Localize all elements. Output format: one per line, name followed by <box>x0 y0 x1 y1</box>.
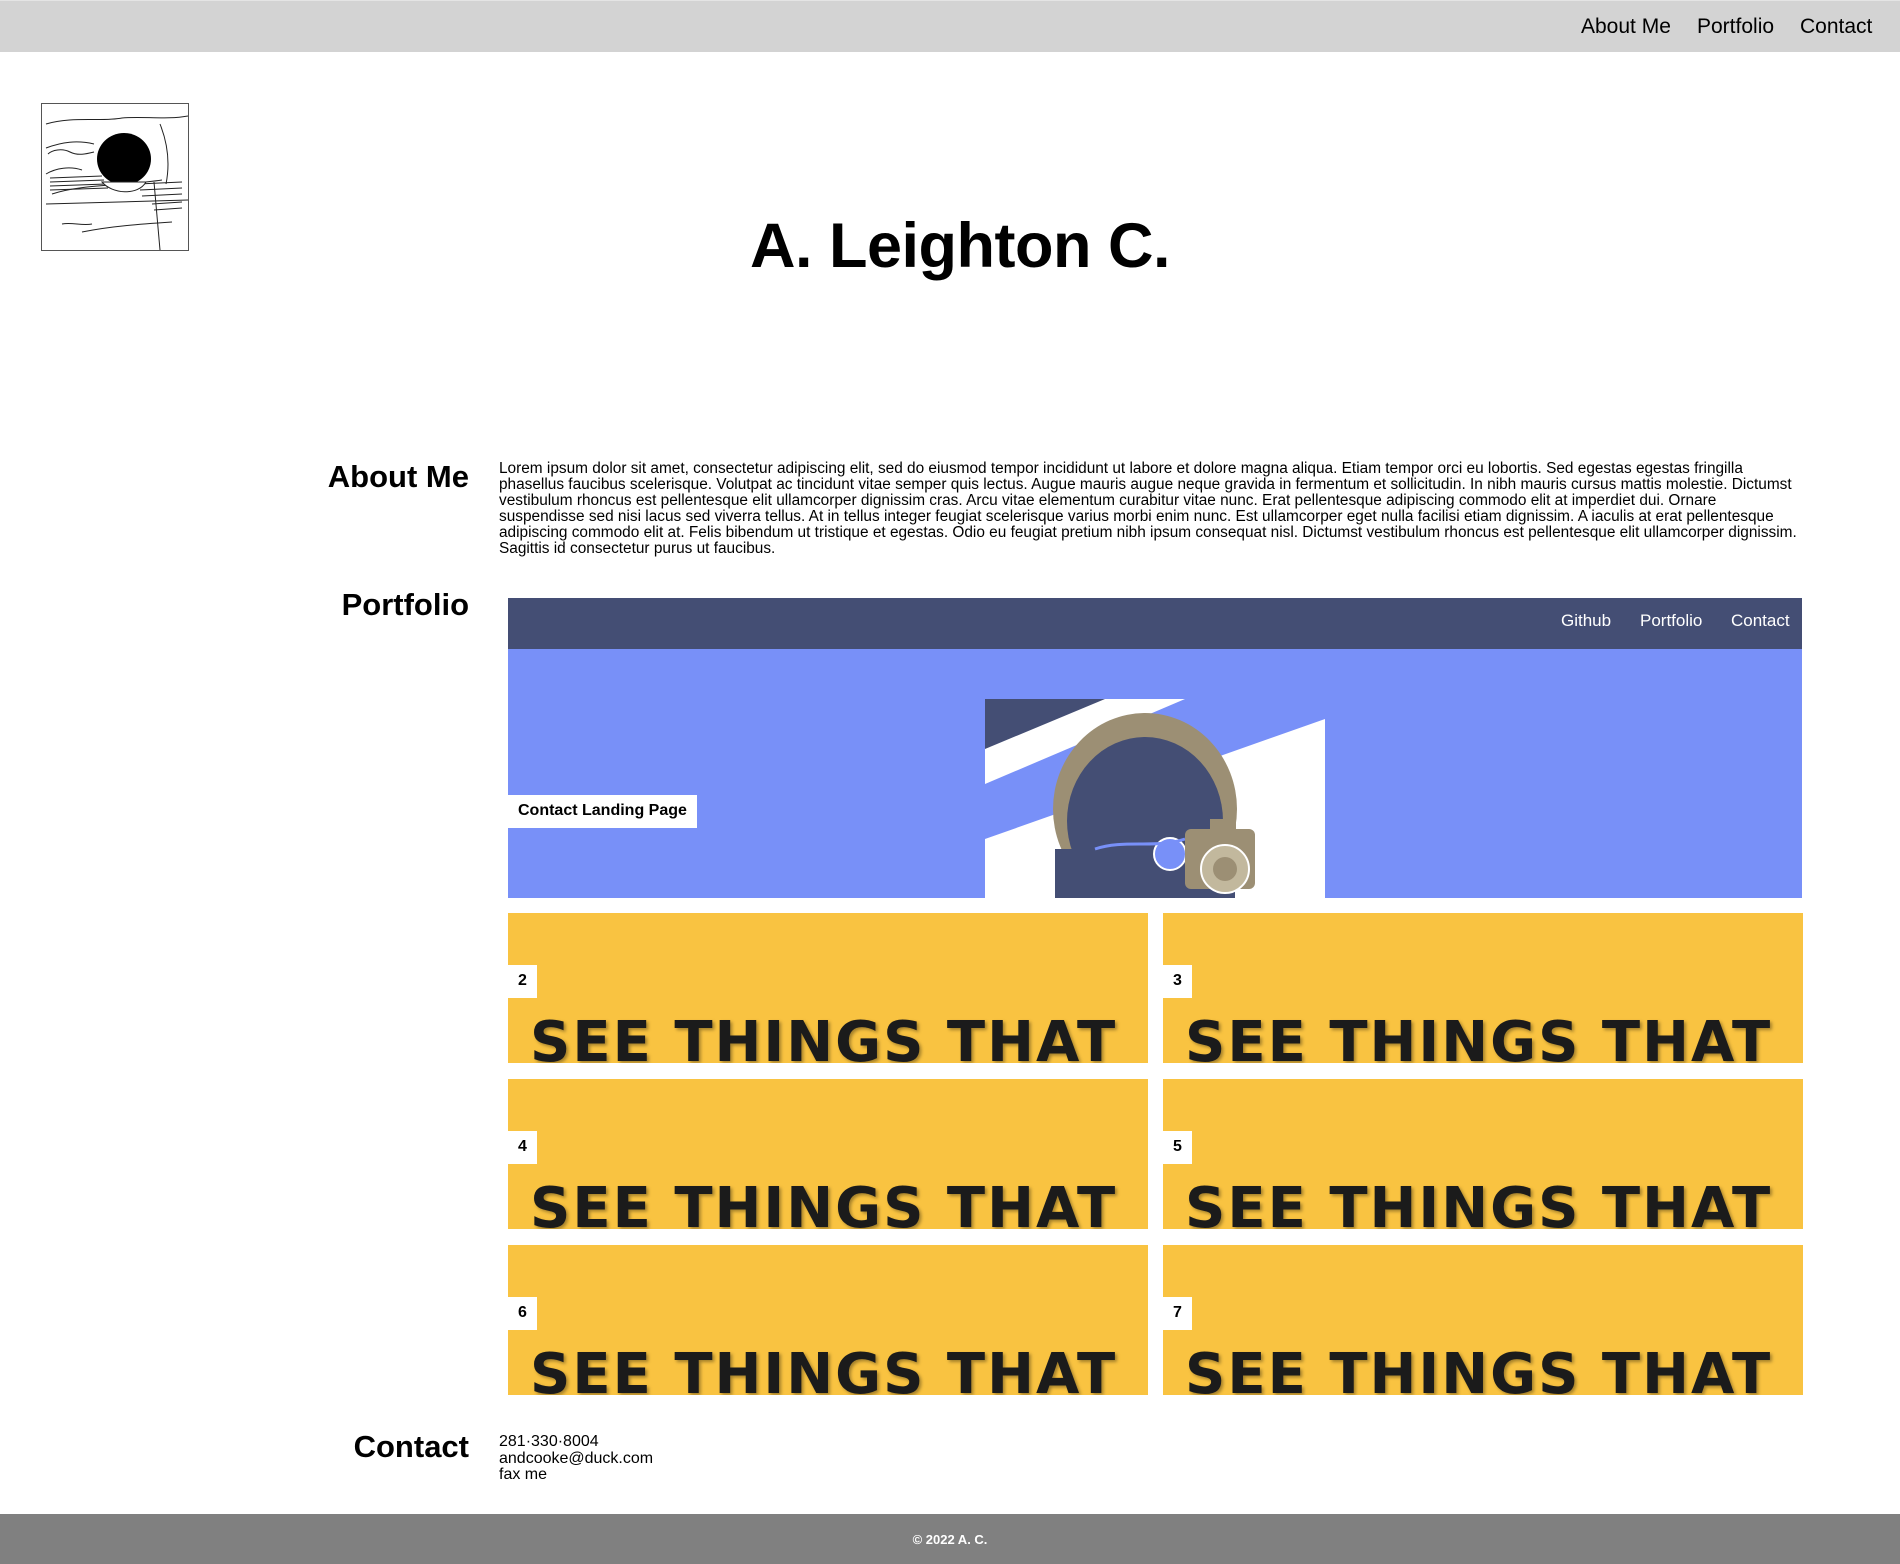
nav-link-portfolio[interactable]: Portfolio <box>1697 15 1774 39</box>
contact-heading: Contact <box>353 1429 469 1464</box>
featured-preview-photo <box>985 699 1325 898</box>
featured-preview-nav-github: Github <box>1561 611 1612 630</box>
featured-preview-nav-bar: Github Portfolio Contact <box>508 598 1802 649</box>
featured-preview-nav-contact: Contact <box>1731 611 1790 630</box>
photographer-illustration <box>985 699 1325 898</box>
portfolio-tile-image-text: SEE THINGS THAT <box>1185 1176 1773 1229</box>
portfolio-tile-label: 2 <box>508 965 537 998</box>
portfolio-tile-label: 7 <box>1163 1297 1192 1330</box>
contact-email[interactable]: andcooke@duck.com <box>499 1450 653 1468</box>
portfolio-tile-image-text: SEE THINGS THAT <box>530 1010 1118 1063</box>
site-title: A. Leighton C. <box>750 211 1170 281</box>
portfolio-featured-project[interactable]: Github Portfolio Contact Contact Landing… <box>508 598 1802 898</box>
about-me-text: Lorem ipsum dolor sit amet, consectetur … <box>499 460 1797 557</box>
featured-project-label: Contact Landing Page <box>508 795 697 828</box>
featured-preview-nav-portfolio: Portfolio <box>1640 611 1703 630</box>
portfolio-tile-label: 5 <box>1163 1131 1192 1164</box>
nav-link-contact[interactable]: Contact <box>1800 15 1872 39</box>
portfolio-tile-label: 3 <box>1163 965 1192 998</box>
portfolio-tile-image-text: SEE THINGS THAT <box>530 1176 1118 1229</box>
footer: © 2022 A. C. <box>0 1514 1900 1564</box>
portfolio-tile-image-text: SEE THINGS THAT <box>1185 1342 1773 1395</box>
contact-details: 281·330·8004 andcooke@duck.com fax me <box>499 1433 653 1484</box>
portfolio-tile-label: 4 <box>508 1131 537 1164</box>
portfolio-tile[interactable]: 5 SEE THINGS THAT <box>1163 1079 1803 1229</box>
portfolio-tile-image-text: SEE THINGS THAT <box>1185 1010 1773 1063</box>
portfolio-tile[interactable]: 2 SEE THINGS THAT <box>508 913 1148 1063</box>
contact-phone[interactable]: 281·330·8004 <box>499 1433 653 1451</box>
portfolio-heading: Portfolio <box>341 587 469 622</box>
portfolio-tile-image-text: SEE THINGS THAT <box>530 1342 1118 1395</box>
top-nav: About Me Portfolio Contact <box>0 0 1900 52</box>
portfolio-tile[interactable]: 3 SEE THINGS THAT <box>1163 913 1803 1063</box>
about-me-heading: About Me <box>327 459 469 494</box>
nav-link-about-me[interactable]: About Me <box>1581 15 1671 39</box>
contact-fax: fax me <box>499 1466 548 1483</box>
portfolio-tile[interactable]: 6 SEE THINGS THAT <box>508 1245 1148 1395</box>
portfolio-tile[interactable]: 4 SEE THINGS THAT <box>508 1079 1148 1229</box>
portfolio-tile[interactable]: 7 SEE THINGS THAT <box>1163 1245 1803 1395</box>
footer-copyright: © 2022 A. C. <box>912 1532 988 1547</box>
portfolio-tile-label: 6 <box>508 1297 537 1330</box>
